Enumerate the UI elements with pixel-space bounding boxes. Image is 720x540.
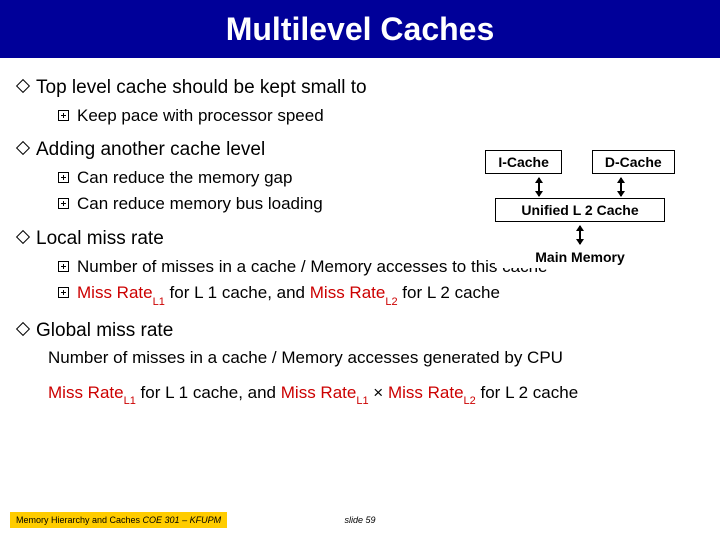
box-l2: Unified L 2 Cache <box>495 198 665 222</box>
bullet-toplevel: Top level cache should be kept small to <box>18 74 702 102</box>
bullet-text: Adding another cache level <box>36 139 265 160</box>
diamond-icon <box>16 230 30 244</box>
box-main-memory: Main Memory <box>495 246 665 268</box>
double-arrow-icon <box>538 178 540 196</box>
bullet-text: Global miss rate <box>36 320 173 341</box>
box-dcache: D-Cache <box>592 150 675 174</box>
diamond-icon <box>16 321 30 335</box>
line-global-def: Number of misses in a cache / Memory acc… <box>18 346 702 371</box>
box-icache: I-Cache <box>485 150 562 174</box>
diamond-icon <box>16 141 30 155</box>
diamond-icon <box>16 79 30 93</box>
plus-icon <box>58 110 69 121</box>
subbullet-local-rates: Miss RateL1 for L 1 cache, and Miss Rate… <box>18 281 702 308</box>
subbullet-keep-pace: Keep pace with processor speed <box>18 104 702 129</box>
bullet-text: Local miss rate <box>36 228 164 249</box>
footer-left: Memory Hierarchy and Caches COE 301 – KF… <box>10 512 227 528</box>
line-global-rates: Miss RateL1 for L 1 cache, and Miss Rate… <box>18 381 702 408</box>
footer-slide-number: slide 59 <box>344 515 375 525</box>
title-bar: Multilevel Caches <box>0 0 720 58</box>
plus-icon <box>58 261 69 272</box>
bullet-text: Top level cache should be kept small to <box>36 77 367 98</box>
bullet-global-miss: Global miss rate <box>18 317 702 345</box>
slide-title: Multilevel Caches <box>226 11 495 48</box>
plus-icon <box>58 198 69 209</box>
plus-icon <box>58 287 69 298</box>
cache-diagram: I-Cache D-Cache Unified L 2 Cache Main M… <box>460 150 700 272</box>
plus-icon <box>58 172 69 183</box>
double-arrow-icon <box>579 226 581 244</box>
double-arrow-icon <box>620 178 622 196</box>
